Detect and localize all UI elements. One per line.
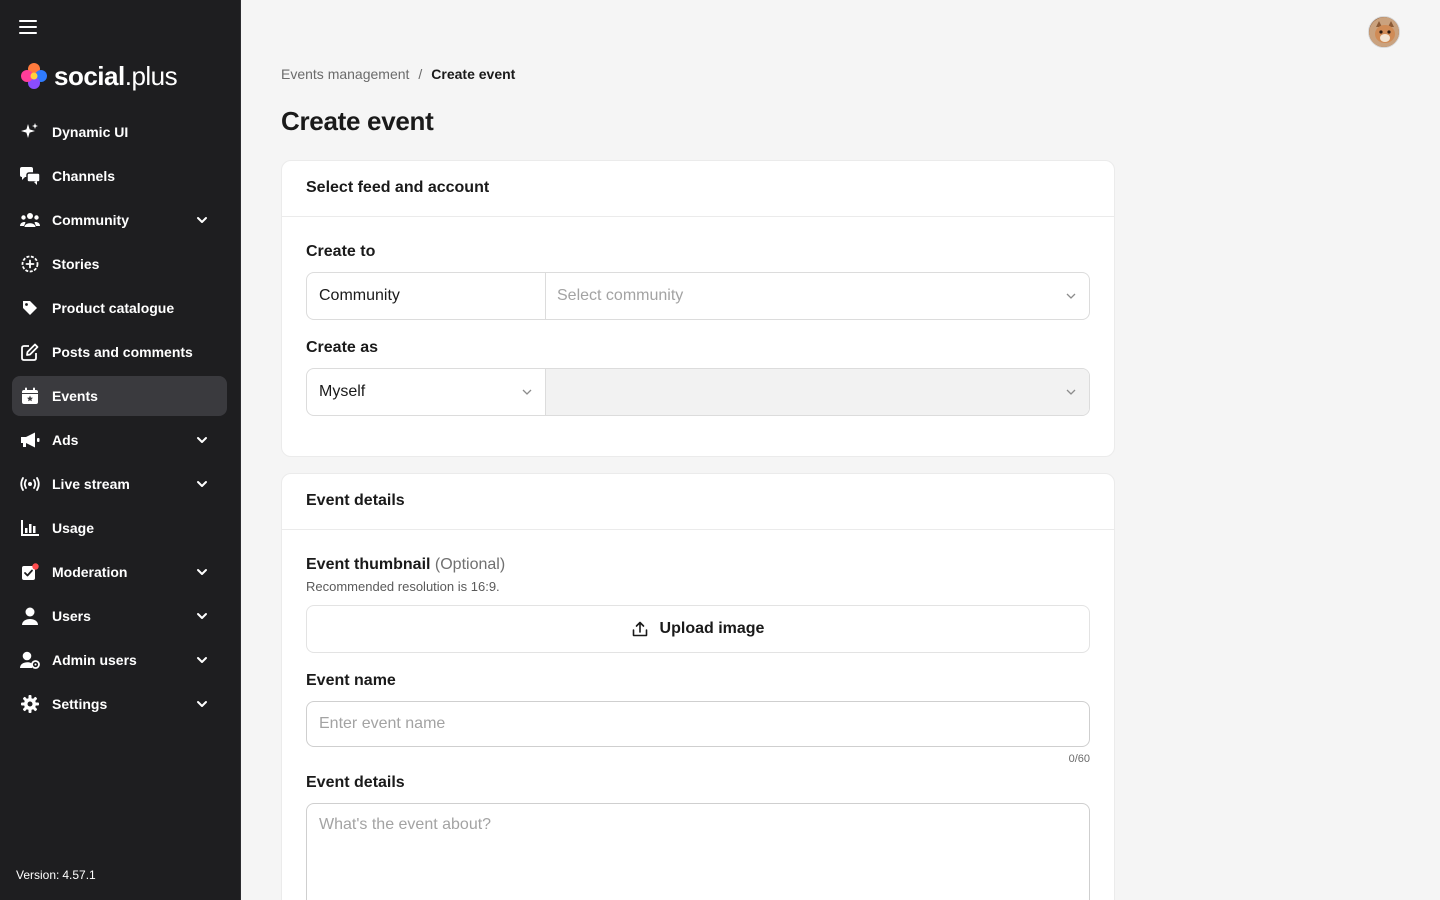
breadcrumb-current: Create event <box>431 66 516 82</box>
brand-logo[interactable]: social.plus <box>20 60 178 92</box>
chevron-down-icon <box>1066 389 1076 395</box>
card-title: Select feed and account <box>282 161 1114 217</box>
create-as-type-select[interactable]: Myself <box>307 369 546 415</box>
sidebar-item-label: Product catalogue <box>52 300 175 316</box>
edit-square-icon <box>20 342 40 362</box>
upload-icon <box>632 621 647 637</box>
moderation-check-icon <box>20 562 40 582</box>
logo-mark-icon <box>21 63 47 89</box>
community-select-placeholder: Select community <box>557 287 684 304</box>
sidebar-nav: Dynamic UI Channels Community Stories Pr… <box>12 112 227 728</box>
upload-image-label: Upload image <box>659 620 765 637</box>
breadcrumb: Events management / Create event <box>281 66 515 82</box>
megaphone-icon <box>20 430 40 450</box>
sidebar-item-label: Ads <box>52 432 79 448</box>
sidebar-item-events[interactable]: Events <box>12 376 227 416</box>
create-to-label: Create to <box>306 243 376 260</box>
chevron-down-icon <box>197 613 207 619</box>
breadcrumb-separator: / <box>418 66 423 82</box>
sidebar-item-label: Users <box>52 608 91 624</box>
thumbnail-hint: Recommended resolution is 16:9. <box>306 579 500 594</box>
create-as-combo: Myself <box>306 368 1090 416</box>
event-name-label: Event name <box>306 672 396 689</box>
sidebar-item-dynamic-ui[interactable]: Dynamic UI <box>12 112 227 152</box>
user-icon <box>20 606 40 626</box>
sidebar-item-ads[interactable]: Ads <box>12 420 227 460</box>
sidebar-item-label: Settings <box>52 696 108 712</box>
calendar-star-icon <box>20 386 40 406</box>
create-as-account-select <box>546 369 1089 415</box>
chat-bubbles-icon <box>20 166 40 186</box>
create-as-label: Create as <box>306 339 379 356</box>
sidebar-item-admin-users[interactable]: Admin users <box>12 640 227 680</box>
story-circle-icon <box>20 254 40 274</box>
thumbnail-label: Event thumbnail (Optional) <box>306 556 506 573</box>
sidebar-item-label: Live stream <box>52 476 130 492</box>
version-text: Version: 4.57.1 <box>16 868 96 882</box>
sidebar-item-usage[interactable]: Usage <box>12 508 227 548</box>
create-to-combo: Community Select community <box>306 272 1090 320</box>
chevron-down-icon <box>197 481 207 487</box>
sidebar-item-label: Channels <box>52 168 116 184</box>
sidebar-item-product-catalogue[interactable]: Product catalogue <box>12 288 227 328</box>
bar-chart-icon <box>20 518 40 538</box>
community-select[interactable]: Select community <box>546 273 1089 319</box>
sidebar-item-label: Admin users <box>52 652 137 668</box>
sparkles-icon <box>20 122 40 142</box>
chevron-down-icon <box>197 701 207 707</box>
chevron-down-icon <box>197 657 207 663</box>
card-title: Event details <box>282 474 1114 530</box>
event-details-textarea[interactable] <box>306 803 1090 900</box>
admin-user-icon <box>20 650 40 670</box>
sidebar-item-label: Events <box>52 388 98 404</box>
menu-icon[interactable] <box>19 20 37 36</box>
sidebar-item-posts-and-comments[interactable]: Posts and comments <box>12 332 227 372</box>
upload-image-button[interactable]: Upload image <box>306 605 1090 653</box>
sidebar-item-settings[interactable]: Settings <box>12 684 227 724</box>
chevron-down-icon <box>197 569 207 575</box>
brand-name: social.plus <box>54 60 178 91</box>
users-group-icon <box>20 210 40 230</box>
sidebar-item-label: Dynamic UI <box>52 124 129 140</box>
avatar[interactable] <box>1368 16 1400 48</box>
chevron-down-icon <box>197 437 207 443</box>
sidebar-item-label: Moderation <box>52 564 128 580</box>
page-title: Create event <box>281 106 434 136</box>
sidebar-item-label: Stories <box>52 256 100 272</box>
sidebar: social.plus Dynamic UI Channels Communit… <box>0 0 241 900</box>
sidebar-item-channels[interactable]: Channels <box>12 156 227 196</box>
chevron-down-icon <box>1066 293 1076 299</box>
event-name-input[interactable] <box>306 701 1090 747</box>
sidebar-item-users[interactable]: Users <box>12 596 227 636</box>
avatar-image-icon <box>1369 17 1399 47</box>
sidebar-item-moderation[interactable]: Moderation <box>12 552 227 592</box>
broadcast-icon <box>20 474 40 494</box>
sidebar-item-label: Posts and comments <box>52 344 193 360</box>
sidebar-item-community[interactable]: Community <box>12 200 227 240</box>
event-name-counter: 0/60 <box>1068 753 1090 765</box>
chevron-down-icon <box>522 389 532 395</box>
sidebar-item-label: Community <box>52 212 129 228</box>
event-details-card: Event details Event thumbnail (Optional)… <box>281 473 1115 900</box>
sidebar-item-stories[interactable]: Stories <box>12 244 227 284</box>
create-to-type-select[interactable]: Community <box>307 273 546 319</box>
sidebar-item-label: Usage <box>52 520 95 536</box>
feed-account-card: Select feed and account Create to Commun… <box>281 160 1115 457</box>
event-details-label: Event details <box>306 774 405 791</box>
chevron-down-icon <box>197 217 207 223</box>
optional-tag: (Optional) <box>434 556 506 573</box>
sidebar-item-live-stream[interactable]: Live stream <box>12 464 227 504</box>
gear-icon <box>20 694 40 714</box>
create-as-value: Myself <box>319 383 366 400</box>
breadcrumb-events-management[interactable]: Events management <box>281 66 409 82</box>
tag-icon <box>20 298 40 318</box>
